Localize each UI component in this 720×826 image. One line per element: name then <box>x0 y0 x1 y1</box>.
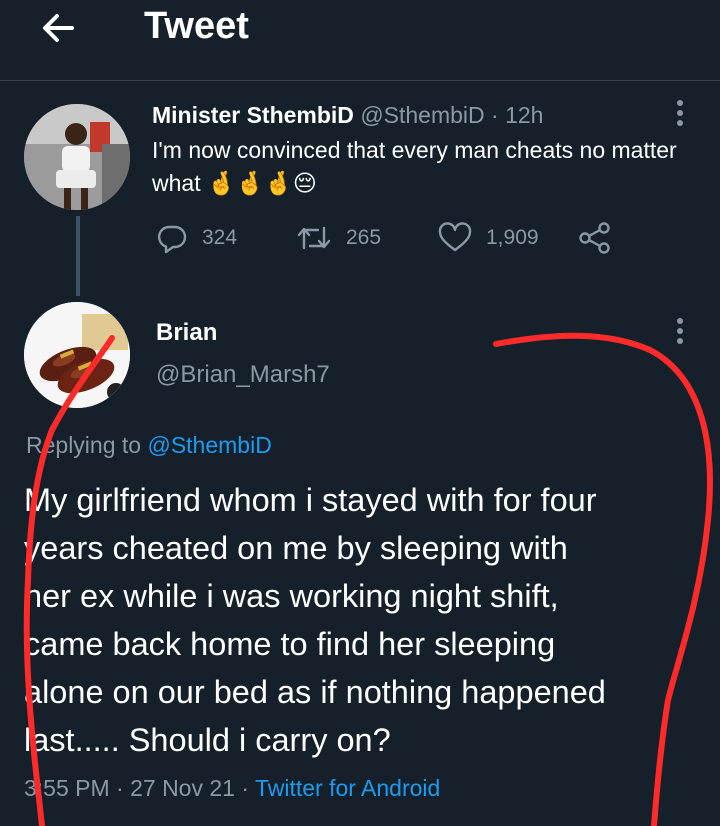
user-handle[interactable]: @Brian_Marsh7 <box>156 360 330 390</box>
share-icon <box>579 222 610 254</box>
thread-line <box>76 216 80 296</box>
back-arrow-icon[interactable] <box>38 8 78 48</box>
tweet-line: My girlfriend whom i stayed with for fou… <box>24 482 597 518</box>
tweet-line: came back home to find her sleeping <box>24 626 556 662</box>
reply-count: 324 <box>202 226 238 249</box>
retweet-count: 265 <box>346 226 382 249</box>
avatar[interactable] <box>24 104 130 210</box>
avatar[interactable] <box>24 302 130 408</box>
reply-button[interactable]: 324 <box>156 218 237 258</box>
like-button[interactable]: 1,909 <box>438 218 539 258</box>
like-count: 1,909 <box>486 226 539 249</box>
avatar-photo <box>24 104 130 210</box>
more-vertical-icon[interactable] <box>676 100 684 130</box>
replying-to-link[interactable]: @SthembiD <box>147 432 271 458</box>
retweet-icon <box>297 226 331 250</box>
tweet-line: years cheated on me by sleeping with <box>24 530 568 566</box>
user-handle[interactable]: @SthembiD <box>360 102 484 128</box>
top-bar: Tweet <box>0 0 720 81</box>
tweet-actions: 324 265 1,909 <box>156 218 636 258</box>
display-name[interactable]: Brian <box>156 318 217 348</box>
tweet-author[interactable]: Minister SthembiD @SthembiD · 12h <box>152 100 543 130</box>
more-vertical-icon[interactable] <box>676 318 684 348</box>
tweet-text: I'm now convinced that every man cheats … <box>152 137 677 196</box>
reply-icon <box>157 225 187 254</box>
tweet-timestamp: 3:55 PM · 27 Nov 21 · Twitter for Androi… <box>24 772 440 804</box>
like-icon <box>438 222 472 252</box>
display-name[interactable]: Minister SthembiD <box>152 102 354 128</box>
replying-to: Replying to @SthembiD <box>26 430 272 460</box>
tweet-line: her ex while i was working night shift, <box>24 578 559 614</box>
tweet-age: · 12h <box>484 102 544 128</box>
timestamp-text: 3:55 PM · 27 Nov 21 · <box>24 775 255 801</box>
tweet-text: My girlfriend whom i stayed with for fou… <box>24 476 704 764</box>
share-button[interactable] <box>578 218 626 258</box>
tweet-line: alone on our bed as if nothing happened <box>24 674 606 710</box>
client-link[interactable]: Twitter for Android <box>255 775 440 801</box>
page-title: Tweet <box>144 5 249 47</box>
replying-prefix: Replying to <box>26 432 148 458</box>
retweet-button[interactable]: 265 <box>296 218 381 258</box>
tweet-line: last..... Should i carry on? <box>24 722 391 758</box>
avatar-photo <box>24 302 130 408</box>
